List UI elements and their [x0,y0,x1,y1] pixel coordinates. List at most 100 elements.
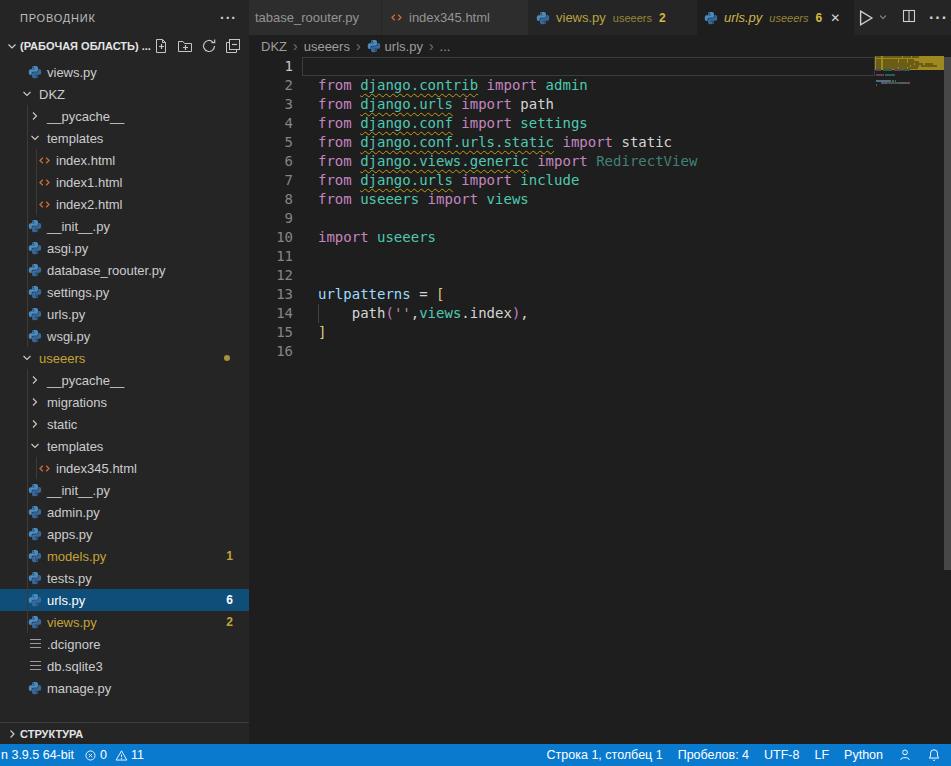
code-line-5[interactable]: from django.conf.urls.static import stat… [318,133,672,152]
explorer-more-actions-icon[interactable]: ··· [220,13,237,23]
workspace-section-label: (РАБОЧАЯ ОБЛАСТЬ) ... [20,40,151,52]
code-line-13[interactable]: urlpatterns = [ [318,285,444,304]
tree-item-static[interactable]: static [0,413,249,435]
tree-item-models.py[interactable]: models.py1 [0,545,249,567]
chevron-down-icon [19,86,35,102]
tree-item-views.py[interactable]: views.py2 [0,611,249,633]
tree-item-manage.py[interactable]: manage.py [0,677,249,699]
editor-scrollbar[interactable] [944,57,951,570]
current-line-highlight [302,57,875,76]
feedback-icon[interactable] [898,748,912,762]
tree-item-.dcignore[interactable]: .dcignore [0,633,249,655]
problems-status[interactable]: 0 11 [84,748,144,762]
breadcrumb-item-DKZ[interactable]: DKZ [261,39,287,54]
code-token: import [453,115,520,131]
status-item[interactable]: LF [814,748,829,762]
code-line-4[interactable]: from django.conf import settings [318,114,588,133]
tree-item-label: database_roouter.py [47,263,166,278]
run-dropdown-chevron-icon[interactable] [877,9,889,27]
status-item[interactable]: Python [844,748,883,762]
code-token: from [318,115,360,131]
status-item[interactable]: Пробелов: 4 [678,748,749,762]
tab-views.py[interactable]: views.pyuseeers2 [529,0,697,35]
chevron-right-icon [27,372,43,388]
tree-item-urls.py[interactable]: urls.py6 [0,589,249,611]
tree-item-__pycache__[interactable]: __pycache__ [0,105,249,127]
tree-item-label: index2.html [56,197,122,212]
tree-item-label: asgi.py [47,241,88,256]
chevron-right-icon [27,394,43,410]
close-icon[interactable]: ✕ [830,11,840,25]
python-icon [27,218,43,234]
minimap-line [883,69,892,71]
code-editor[interactable]: 12from django.contrib import admin3from … [249,57,951,744]
explorer-header: ПРОВОДНИК ··· [0,0,249,35]
status-item[interactable]: UTF-8 [764,748,799,762]
code-line-15[interactable]: ] [318,323,326,342]
problem-count-badge: 6 [226,593,233,607]
tree-item-useeers[interactable]: useeers [0,347,249,369]
collapse-all-icon[interactable] [225,38,241,54]
tree-item-tests.py[interactable]: tests.py [0,567,249,589]
workspace-section-header[interactable]: (РАБОЧАЯ ОБЛАСТЬ) ... [0,35,249,57]
new-folder-icon[interactable] [177,38,193,54]
tab-index345.html[interactable]: index345.html [382,0,529,35]
code-line-8[interactable]: from useeers import views [318,190,529,209]
vscode-window: ПРОВОДНИК ··· (РАБОЧАЯ ОБЛАСТЬ) ... view… [0,0,951,766]
tree-item-migrations[interactable]: migrations [0,391,249,413]
tree-item-views.py[interactable]: views.py [0,61,249,83]
code-line-3[interactable]: from django.urls import path [318,95,554,114]
python-icon [27,614,43,630]
html-icon [388,10,404,26]
tab-label: index345.html [409,10,490,25]
tab-problem-badge: 2 [659,11,666,25]
tree-item-templates[interactable]: templates [0,127,249,149]
chevron-down-icon [4,38,20,54]
python-version-status[interactable]: n 3.9.5 64-bit [1,748,74,762]
breadcrumb-item-...[interactable]: ... [440,39,451,54]
tree-item-db.sqlite3[interactable]: db.sqlite3 [0,655,249,677]
tab-urls.py[interactable]: urls.pyuseeers6✕ [697,0,855,35]
outline-section-header[interactable]: СТРУКТУРА [0,722,249,744]
tree-item-index1.html[interactable]: index1.html [0,171,249,193]
tree-item-index345.html[interactable]: index345.html [0,457,249,479]
tab-description: useeers [613,12,652,24]
bell-icon[interactable] [927,748,941,762]
tree-item-asgi.py[interactable]: asgi.py [0,237,249,259]
new-file-icon[interactable] [153,38,169,54]
run-button[interactable] [855,8,875,28]
breadcrumb-item-urls.py[interactable]: urls.py [367,39,423,54]
python-icon [27,548,43,564]
python-icon [27,284,43,300]
code-line-14[interactable]: path('',views.index), [318,304,529,323]
editor-more-actions-icon[interactable]: ··· [929,9,948,27]
python-icon [27,570,43,586]
tab-tabase_roouter.py[interactable]: tabase_roouter.py [249,0,382,35]
explorer-sidebar: ПРОВОДНИК ··· (РАБОЧАЯ ОБЛАСТЬ) ... view… [0,0,249,744]
status-item[interactable]: Строка 1, столбец 1 [547,748,663,762]
breadcrumb-item-useeers[interactable]: useeers [304,39,350,54]
tree-item-urls.py[interactable]: urls.py [0,303,249,325]
python-icon [27,64,43,80]
tree-item-database_roouter.py[interactable]: database_roouter.py [0,259,249,281]
refresh-icon[interactable] [201,38,217,54]
code-line-6[interactable]: from django.views.generic import Redirec… [318,152,697,171]
tree-item-label: views.py [47,65,97,80]
tree-item-settings.py[interactable]: settings.py [0,281,249,303]
code-token: path [520,96,554,112]
tree-item-__init__.py[interactable]: __init__.py [0,479,249,501]
code-line-10[interactable]: import useeers [318,228,436,247]
tree-item-__pycache__[interactable]: __pycache__ [0,369,249,391]
split-editor-icon[interactable] [901,8,917,28]
tree-item-admin.py[interactable]: admin.py [0,501,249,523]
tree-item-index2.html[interactable]: index2.html [0,193,249,215]
tree-item-DKZ[interactable]: DKZ [0,83,249,105]
code-token: from [318,96,360,112]
tree-item-apps.py[interactable]: apps.py [0,523,249,545]
tree-item-index.html[interactable]: index.html [0,149,249,171]
code-line-2[interactable]: from django.contrib import admin [318,76,588,95]
tree-item-templates[interactable]: templates [0,435,249,457]
tree-item-wsgi.py[interactable]: wsgi.py [0,325,249,347]
tree-item-__init__.py[interactable]: __init__.py [0,215,249,237]
code-line-7[interactable]: from django.urls import include [318,171,579,190]
